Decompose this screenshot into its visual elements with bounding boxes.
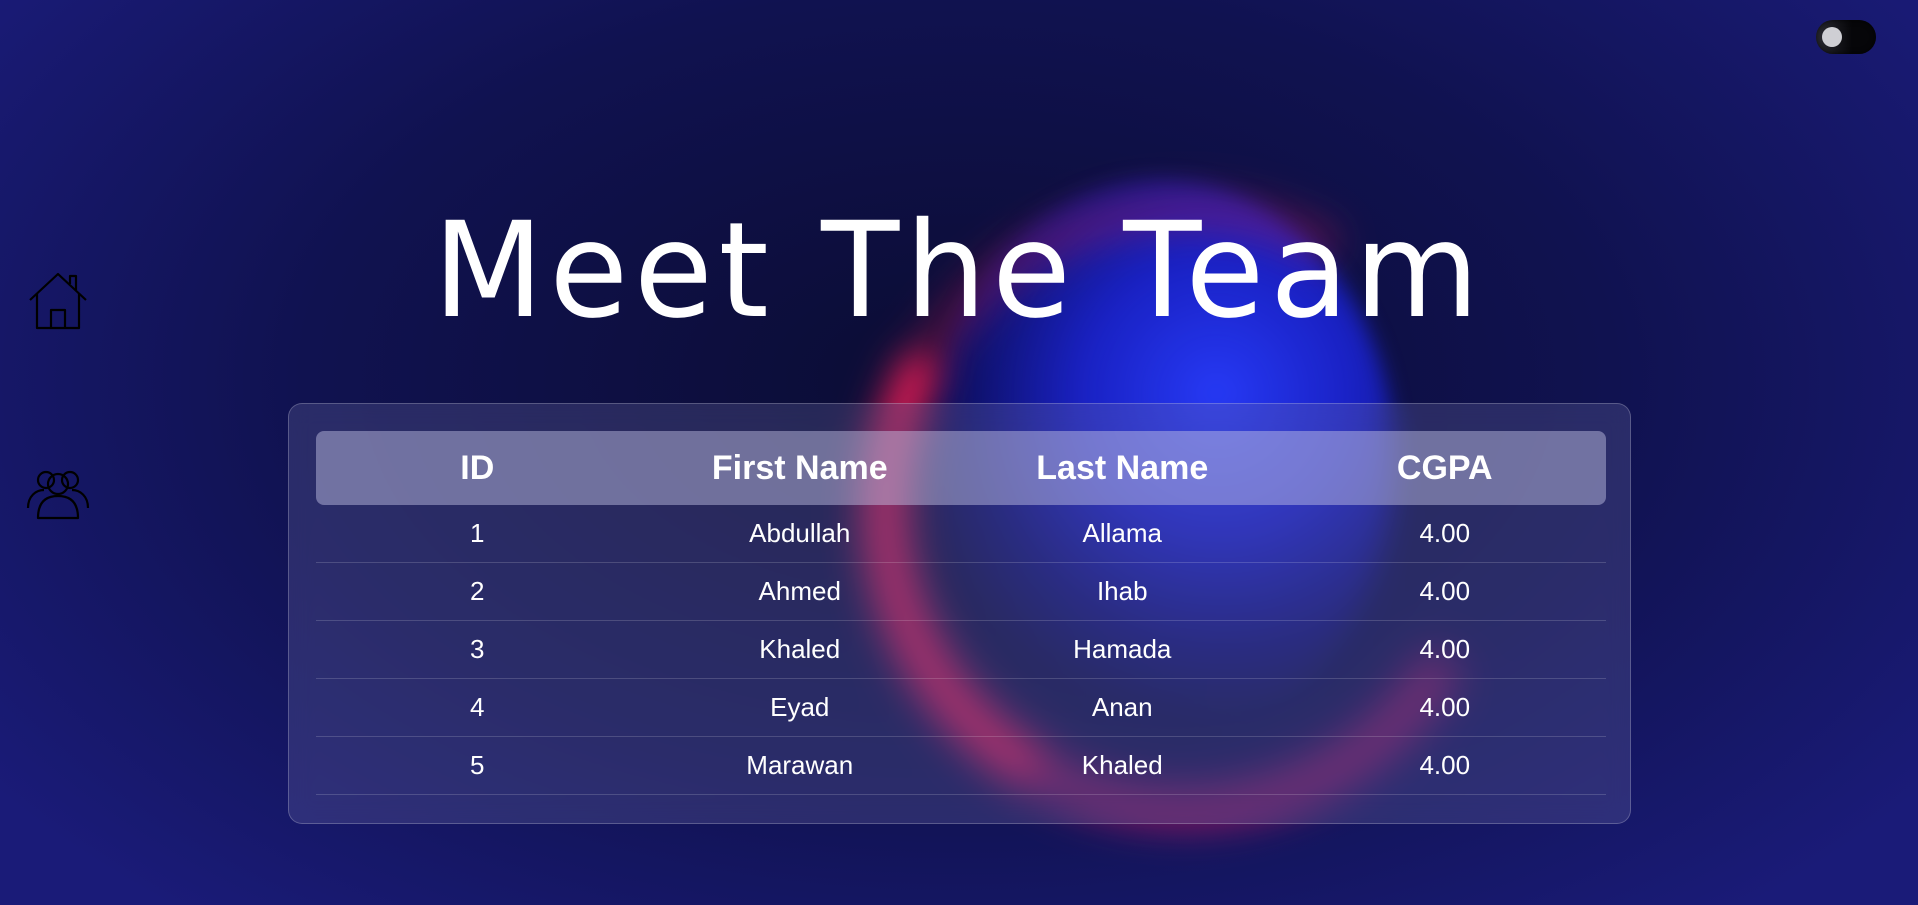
team-icon[interactable] — [26, 458, 90, 522]
team-table-card: ID First Name Last Name CGPA 1 Abdullah … — [288, 403, 1631, 824]
cell-first-name: Ahmed — [758, 576, 841, 606]
cell-id: 5 — [470, 750, 485, 780]
cell-id: 4 — [470, 692, 485, 722]
table-row: 1 Abdullah Allama 4.00 — [316, 505, 1606, 563]
cell-last-name: Anan — [1091, 692, 1153, 722]
cell-last-name: Allama — [1082, 518, 1162, 548]
header-first-name: First Name — [711, 448, 888, 487]
cell-cgpa: 4.00 — [1419, 576, 1471, 606]
cell-cgpa: 4.00 — [1419, 634, 1471, 664]
cell-first-name: Eyad — [770, 692, 830, 722]
cell-last-name: Khaled — [1081, 750, 1163, 780]
table-row: 3 Khaled Hamada 4.00 — [316, 621, 1606, 679]
cell-cgpa: 4.00 — [1419, 750, 1471, 780]
header-last-name: Last Name — [1036, 448, 1209, 487]
cell-first-name: Abdullah — [749, 518, 851, 548]
table-row: 4 Eyad Anan 4.00 — [316, 679, 1606, 737]
cell-cgpa: 4.00 — [1419, 692, 1471, 722]
table-header: ID First Name Last Name CGPA — [316, 431, 1606, 505]
table-row: 5 Marawan Khaled 4.00 — [316, 737, 1606, 795]
header-cgpa: CGPA — [1396, 448, 1493, 487]
theme-toggle[interactable] — [1816, 20, 1876, 54]
cell-id: 3 — [470, 634, 485, 664]
cell-last-name: Hamada — [1073, 634, 1172, 664]
table-row: 2 Ahmed Ihab 4.00 — [316, 563, 1606, 621]
team-table: ID First Name Last Name CGPA 1 Abdullah … — [316, 431, 1606, 795]
cell-first-name: Marawan — [746, 750, 854, 780]
cell-last-name: Ihab — [1096, 576, 1148, 606]
cell-id: 2 — [470, 576, 485, 606]
header-id: ID — [460, 448, 495, 487]
page-title: Meet The Team — [433, 194, 1485, 348]
cell-first-name: Khaled — [759, 634, 841, 664]
cell-cgpa: 4.00 — [1419, 518, 1471, 548]
cell-id: 1 — [470, 518, 485, 548]
toggle-knob — [1822, 27, 1842, 47]
